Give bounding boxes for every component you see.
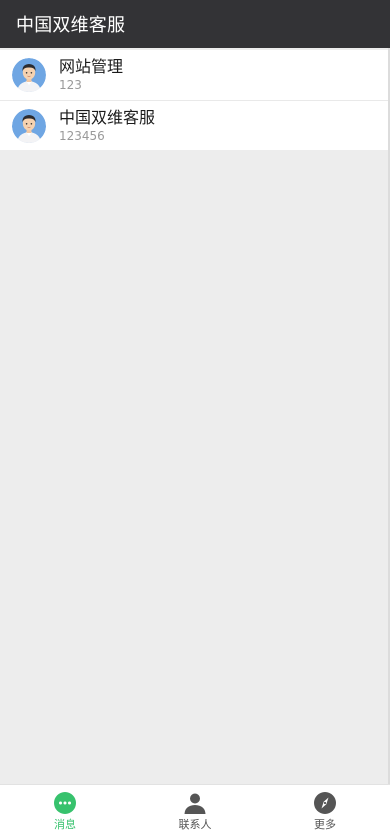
tab-label: 消息 [54,818,76,831]
person-icon [184,793,206,814]
user-avatar-icon [12,108,46,143]
chat-item-customer-service[interactable]: 中国双维客服 123456 [0,100,388,150]
avatar [12,108,46,143]
tab-messages[interactable]: 消息 [0,785,130,834]
chat-name: 网站管理 [59,57,124,76]
chat-bubble-icon [54,792,76,814]
avatar [12,58,46,92]
page-title: 中国双维客服 [16,15,126,36]
chat-preview: 123456 [59,128,105,143]
tab-more[interactable]: 更多 [260,785,390,834]
chat-list: 网站管理 123 中国双维客服 123456 [0,50,388,150]
app-root: 中国双维客服 网站管理 123 中国双维客服 123456 消息 联系人 更多 [0,0,390,834]
chat-text: 网站管理 123 [59,57,123,93]
tab-label: 联系人 [178,818,212,831]
user-avatar-icon [12,58,46,92]
bottom-tabbar: 消息 联系人 更多 [0,784,390,834]
tab-label: 更多 [314,818,336,831]
chat-name: 中国双维客服 [59,107,156,127]
chat-text: 中国双维客服 123456 [59,108,155,144]
tab-contacts[interactable]: 联系人 [130,785,260,834]
chat-item-website-admin[interactable]: 网站管理 123 [0,50,388,100]
top-header: 中国双维客服 [0,0,390,48]
compass-icon [314,792,336,814]
chat-preview: 123 [59,78,82,92]
